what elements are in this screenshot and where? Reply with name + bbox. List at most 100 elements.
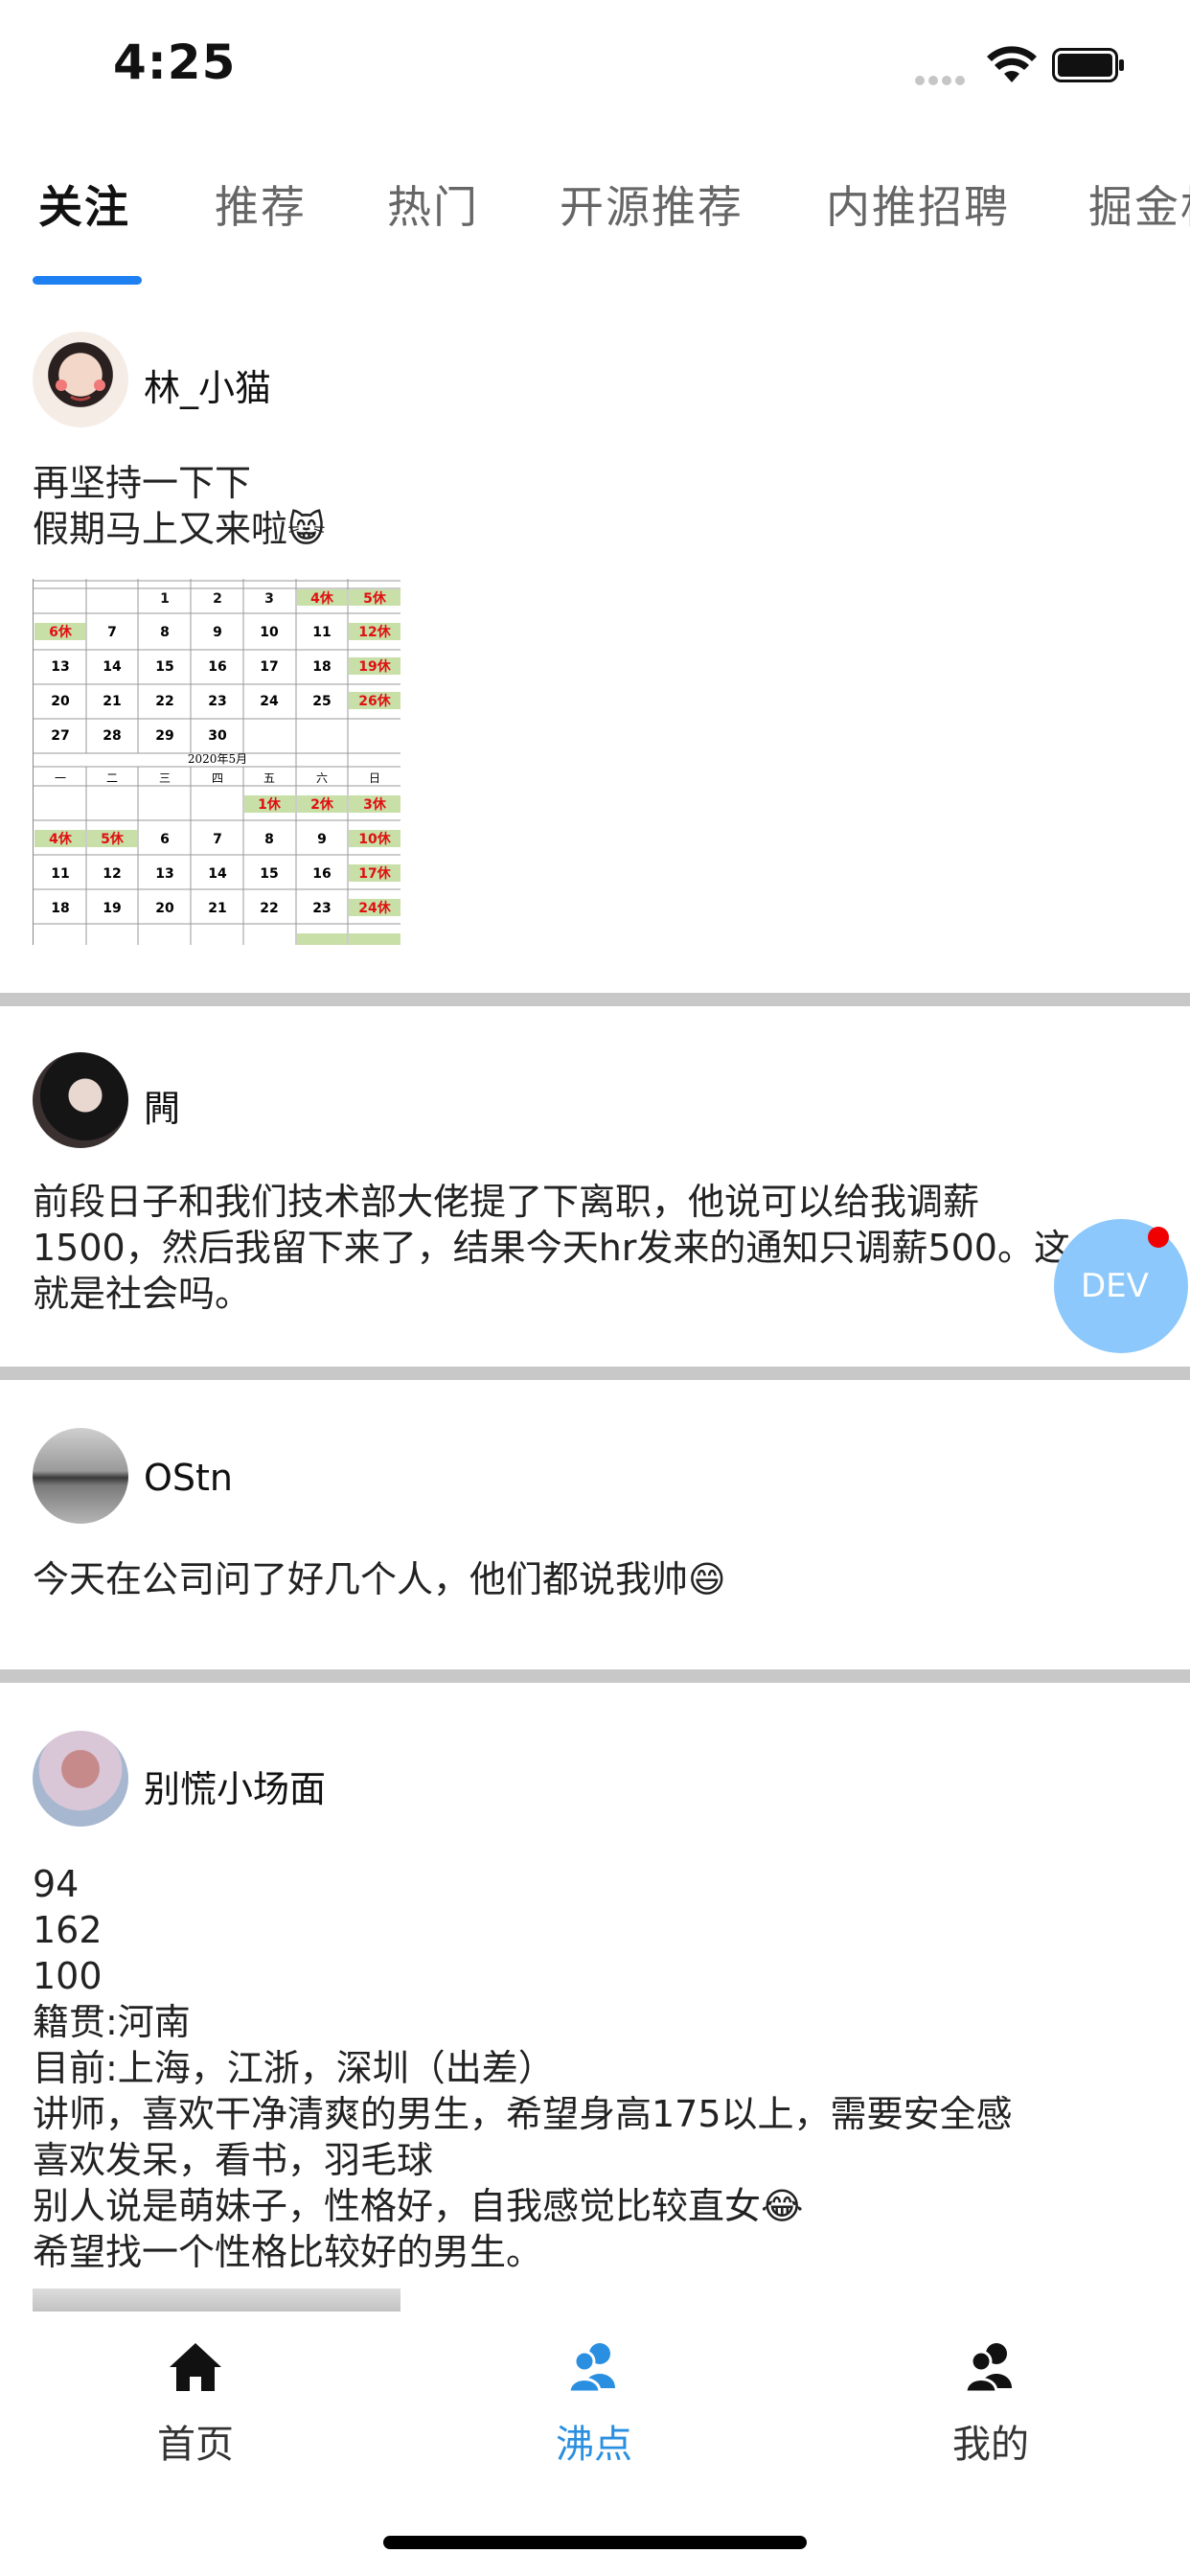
tabbar-label: 首页 xyxy=(157,2423,234,2467)
svg-text:六: 六 xyxy=(316,771,328,785)
svg-text:日: 日 xyxy=(369,771,380,785)
avatar[interactable] xyxy=(33,1731,128,1827)
svg-text:6: 6 xyxy=(160,832,170,847)
svg-text:5休: 5休 xyxy=(363,590,387,607)
svg-text:18: 18 xyxy=(51,901,69,916)
svg-text:15: 15 xyxy=(155,659,173,675)
svg-text:11: 11 xyxy=(51,866,69,882)
tab-open-source[interactable]: 开源推荐 xyxy=(560,172,744,236)
author-name[interactable]: 林_小猫 xyxy=(144,358,271,411)
active-tab-indicator xyxy=(33,276,142,285)
post-text: 94 162 100 籍贯:河南 目前:上海，江浙，深圳（出差） 讲师，喜欢干净… xyxy=(33,1863,1013,2273)
author-name[interactable]: 别慌小场面 xyxy=(144,1760,326,1812)
tab-juejin[interactable]: 掘金相 xyxy=(1088,172,1190,236)
svg-text:23: 23 xyxy=(208,694,226,709)
post-separator xyxy=(0,993,1190,1006)
svg-text:12休: 12休 xyxy=(358,624,391,640)
post-text: 前段日子和我们技术部大佬提了下离职，他说可以给我调薪 1500，然后我留下来了，… xyxy=(33,1181,1070,1315)
tabbar-item-mine[interactable]: 我的 xyxy=(895,2340,1087,2469)
author-name[interactable]: OStn xyxy=(144,1457,233,1499)
svg-text:27: 27 xyxy=(51,728,69,744)
svg-text:14: 14 xyxy=(208,866,227,882)
svg-text:19: 19 xyxy=(103,901,121,916)
tab-following[interactable]: 关注 xyxy=(38,172,130,236)
svg-text:三: 三 xyxy=(159,771,171,785)
svg-text:22: 22 xyxy=(155,694,173,709)
svg-text:12: 12 xyxy=(103,866,121,882)
tab-recommended[interactable]: 推荐 xyxy=(215,172,307,236)
post-separator xyxy=(0,1669,1190,1683)
svg-text:13: 13 xyxy=(155,866,173,882)
svg-text:26休: 26休 xyxy=(358,693,391,709)
svg-text:16: 16 xyxy=(312,866,331,882)
svg-text:4休: 4休 xyxy=(49,831,73,847)
status-time: 4:25 xyxy=(113,34,237,90)
tab-referral-jobs[interactable]: 内推招聘 xyxy=(826,172,1010,236)
svg-text:20: 20 xyxy=(155,901,174,916)
svg-text:8: 8 xyxy=(264,832,274,847)
svg-text:21: 21 xyxy=(208,901,226,916)
battery-icon xyxy=(1052,48,1124,82)
svg-text:30: 30 xyxy=(208,728,227,744)
svg-text:18: 18 xyxy=(312,659,331,675)
svg-text:14: 14 xyxy=(103,659,122,675)
svg-text:6休: 6休 xyxy=(49,624,73,640)
svg-text:2: 2 xyxy=(213,591,222,607)
avatar[interactable] xyxy=(33,1428,128,1524)
svg-text:3: 3 xyxy=(264,591,274,607)
notification-badge xyxy=(1148,1227,1169,1248)
svg-text:22: 22 xyxy=(260,901,278,916)
tabbar-item-pins[interactable]: 沸点 xyxy=(498,2340,690,2469)
svg-text:19休: 19休 xyxy=(358,658,391,675)
svg-text:1: 1 xyxy=(160,591,170,607)
tabbar-label: 沸点 xyxy=(556,2423,632,2467)
svg-text:3休: 3休 xyxy=(363,796,387,813)
svg-text:9: 9 xyxy=(213,625,222,640)
svg-text:20: 20 xyxy=(51,694,70,709)
tab-hot[interactable]: 热门 xyxy=(387,172,479,236)
svg-text:13: 13 xyxy=(51,659,69,675)
svg-text:24休: 24休 xyxy=(358,900,391,916)
svg-text:二: 二 xyxy=(106,771,118,785)
svg-text:16: 16 xyxy=(208,659,226,675)
svg-text:24: 24 xyxy=(260,694,279,709)
svg-text:7: 7 xyxy=(213,832,222,847)
svg-text:29: 29 xyxy=(155,728,173,744)
svg-text:4休: 4休 xyxy=(310,590,334,607)
svg-text:7: 7 xyxy=(107,625,117,640)
avatar-face-icon xyxy=(56,380,105,402)
author-name[interactable]: 闁 xyxy=(144,1079,180,1132)
screen: 4:25 关注 推荐 热门 开源推荐 内推招聘 掘金相 林 xyxy=(0,0,1190,2576)
svg-text:21: 21 xyxy=(103,694,121,709)
svg-text:11: 11 xyxy=(312,625,331,640)
svg-text:四: 四 xyxy=(212,771,223,785)
svg-text:28: 28 xyxy=(103,728,121,744)
users-icon xyxy=(964,2343,1012,2394)
calendar-image[interactable]: 123 4休 5休 6休 7 8 9 10 11 12休 13 14 15 16 17 18 19休 20… xyxy=(33,579,400,945)
status-bar: 4:25 xyxy=(0,0,1190,134)
svg-text:9: 9 xyxy=(317,832,327,847)
users-icon xyxy=(567,2343,615,2394)
svg-text:10: 10 xyxy=(260,625,279,640)
svg-text:2020年5月: 2020年5月 xyxy=(188,752,247,766)
svg-text:一: 一 xyxy=(55,771,66,785)
svg-text:2休: 2休 xyxy=(310,796,334,813)
post-text: 再坚持一下下 假期马上又来啦😸 xyxy=(33,462,326,550)
svg-text:25: 25 xyxy=(312,694,331,709)
post-separator xyxy=(0,1367,1190,1380)
svg-text:五: 五 xyxy=(263,771,275,785)
wifi-icon xyxy=(987,46,1037,82)
tabbar-label: 我的 xyxy=(952,2423,1029,2467)
avatar[interactable] xyxy=(33,332,128,427)
home-icon xyxy=(170,2343,221,2391)
avatar[interactable] xyxy=(33,1052,128,1148)
post-text: 今天在公司问了好几个人，他们都说我帅😄 xyxy=(33,1558,726,1600)
svg-text:17: 17 xyxy=(260,659,278,675)
svg-text:23: 23 xyxy=(312,901,331,916)
svg-text:10休: 10休 xyxy=(358,831,391,847)
tabbar-item-home[interactable]: 首页 xyxy=(100,2340,291,2469)
svg-text:15: 15 xyxy=(260,866,278,882)
cellular-signal-icon xyxy=(915,71,971,85)
svg-text:1休: 1休 xyxy=(258,796,282,813)
svg-text:8: 8 xyxy=(160,625,170,640)
